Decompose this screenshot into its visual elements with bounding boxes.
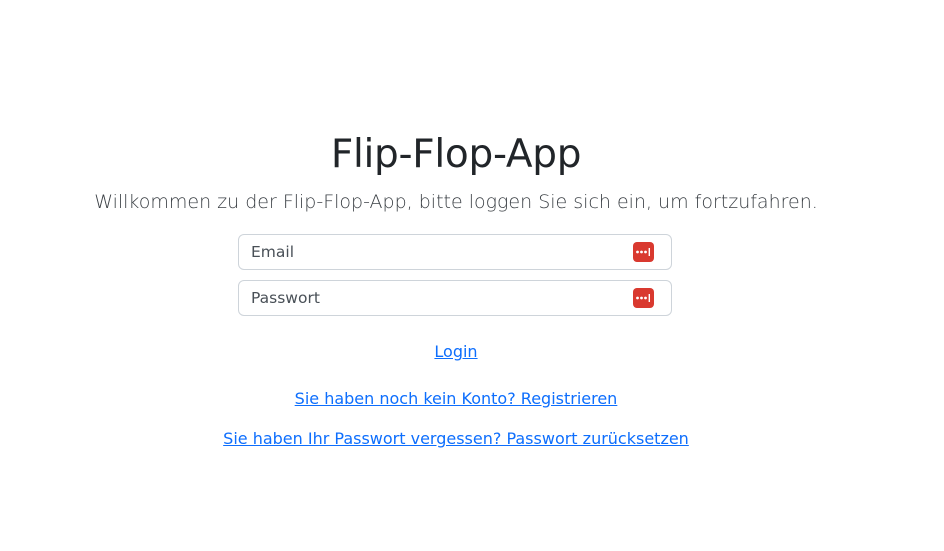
dots-icon	[636, 294, 650, 302]
email-field-container	[238, 234, 672, 270]
email-input[interactable]	[239, 235, 609, 269]
login-link-container: Login	[0, 341, 912, 363]
page-title: Flip-Flop-App	[330, 132, 582, 177]
login-button[interactable]: Login	[434, 342, 477, 361]
dots-icon	[636, 248, 650, 256]
welcome-text: Willkommen zu der Flip-Flop-App, bitte l…	[94, 191, 818, 213]
login-page: Flip-Flop-App Willkommen zu der Flip-Flo…	[0, 0, 944, 551]
register-link[interactable]: Sie haben noch kein Konto? Registrieren	[295, 389, 618, 408]
password-manager-icon[interactable]	[633, 288, 654, 308]
password-field-container	[238, 280, 672, 316]
reset-password-link[interactable]: Sie haben Ihr Passwort vergessen? Passwo…	[223, 429, 689, 448]
register-link-container: Sie haben noch kein Konto? Registrieren	[0, 388, 912, 410]
password-input[interactable]	[239, 281, 609, 315]
reset-password-link-container: Sie haben Ihr Passwort vergessen? Passwo…	[0, 428, 912, 450]
password-manager-icon[interactable]	[633, 242, 654, 262]
